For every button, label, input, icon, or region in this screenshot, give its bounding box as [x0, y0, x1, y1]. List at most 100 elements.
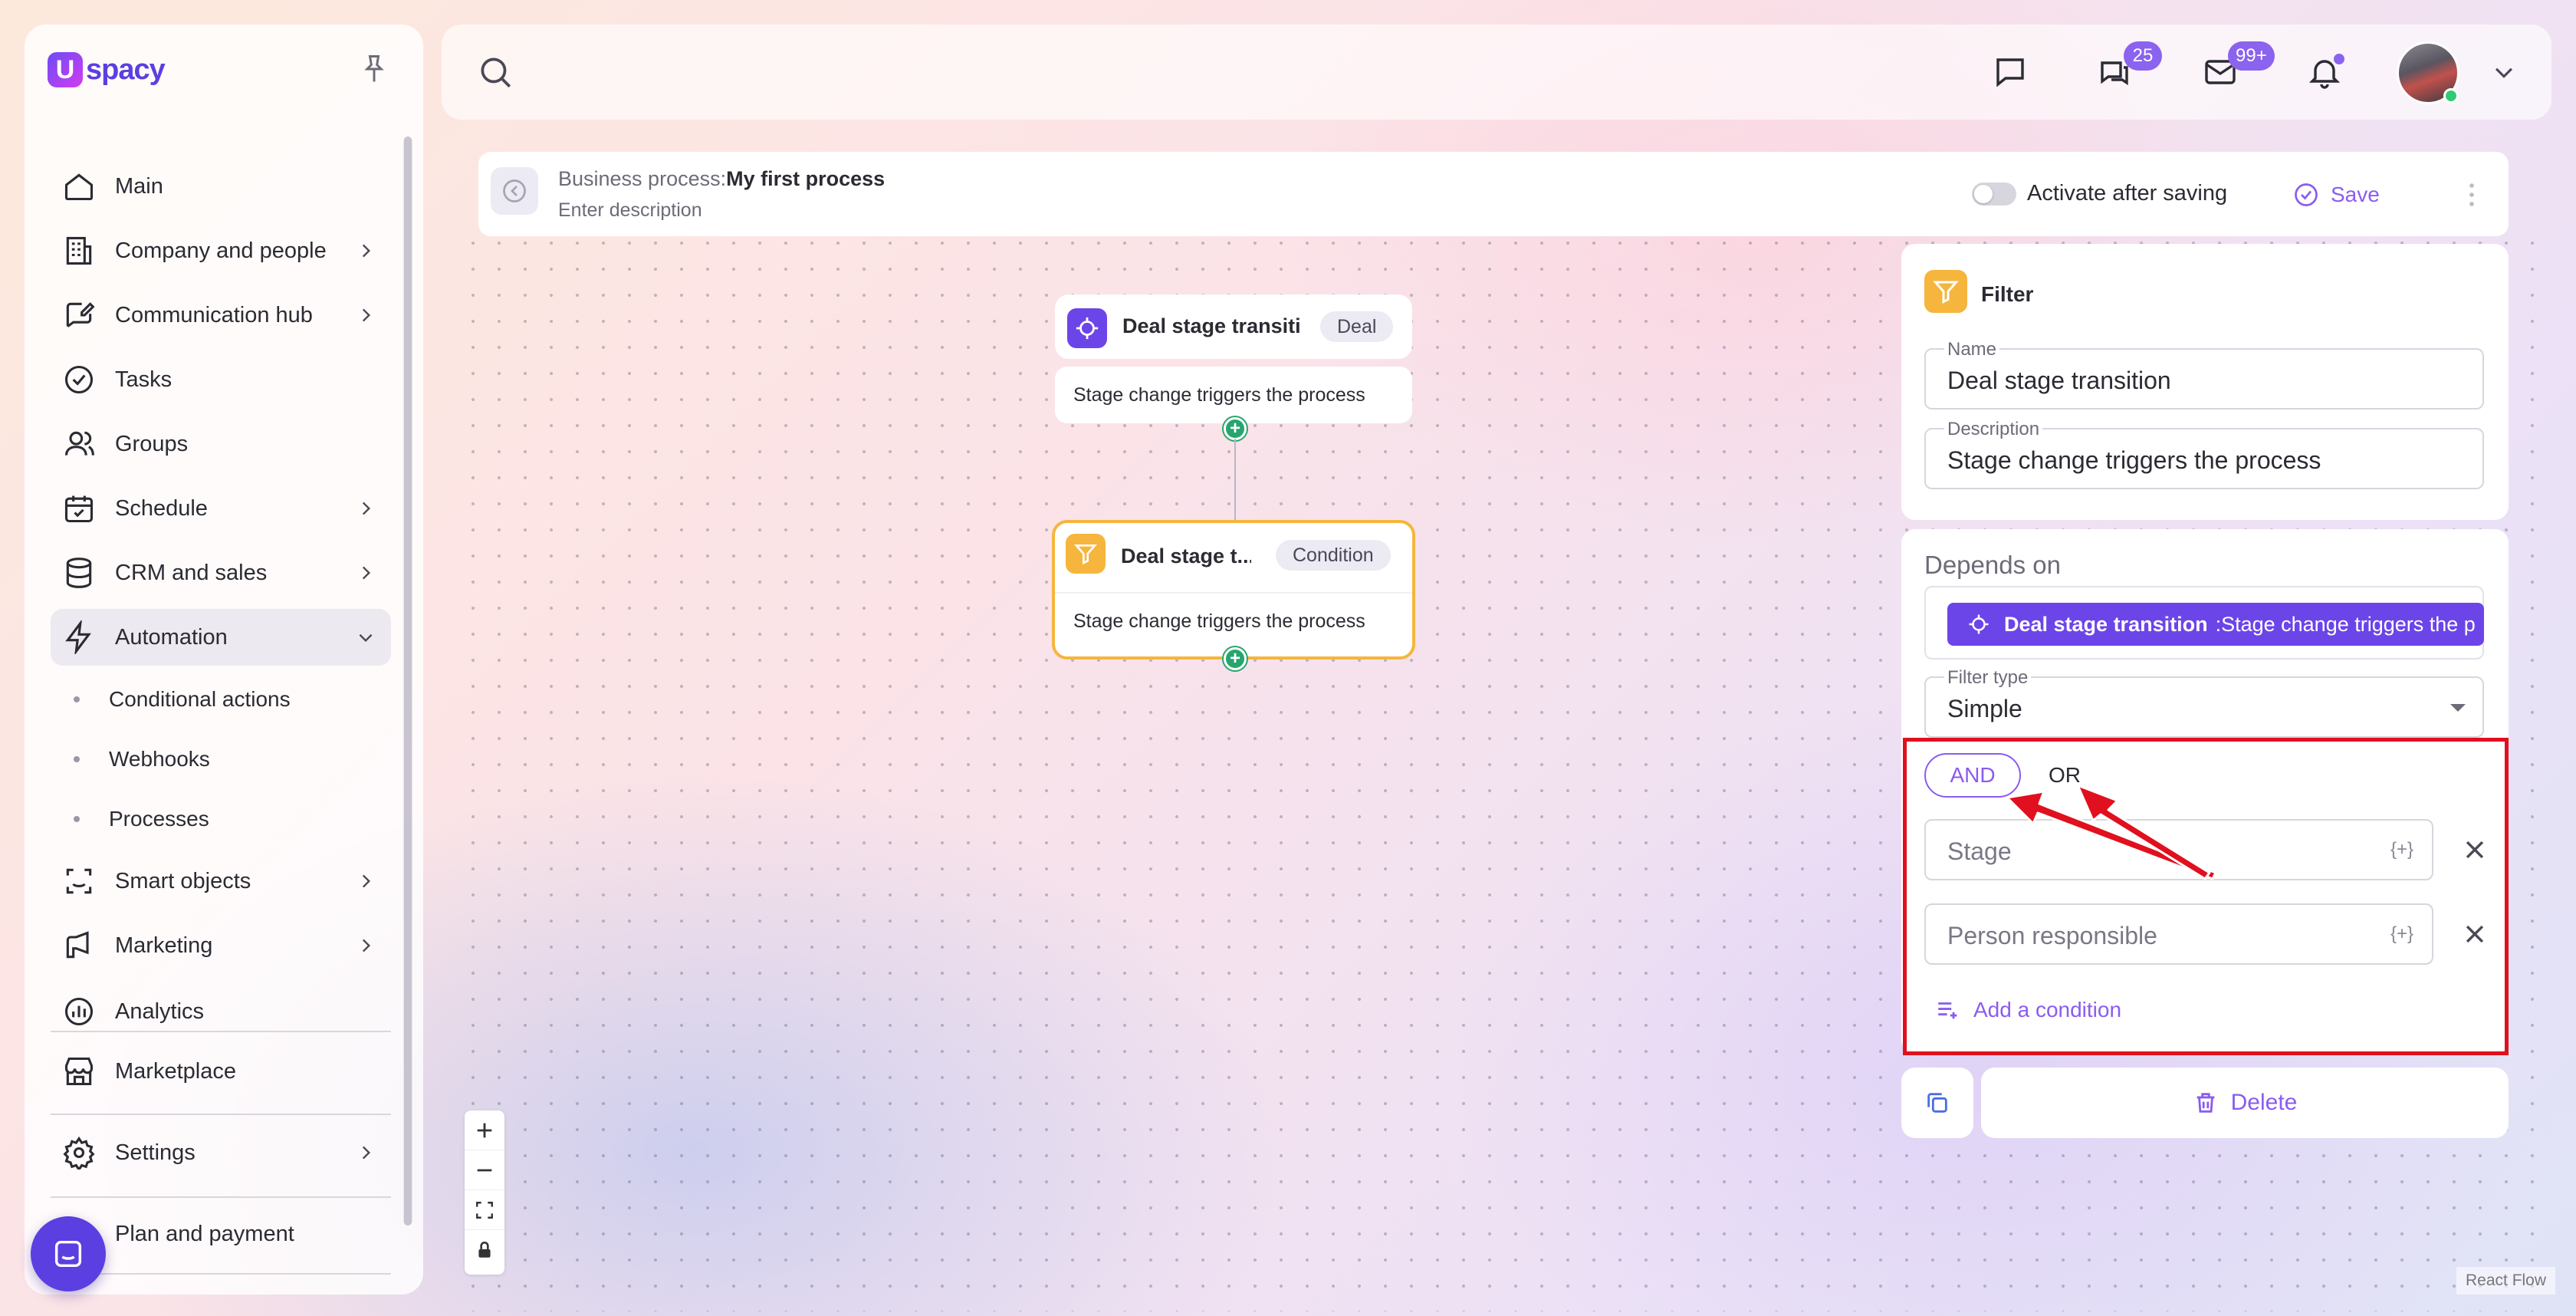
node-title: Deal stage t...: [1121, 544, 1251, 568]
filter-type-value: Simple: [1947, 695, 2022, 722]
node-title: Deal stage transitic: [1122, 314, 1300, 337]
add-node-handle[interactable]: +: [1224, 417, 1247, 440]
save-button[interactable]: Save: [2292, 178, 2380, 212]
process-name[interactable]: My first process: [726, 167, 885, 190]
name-field[interactable]: Name Deal stage transition: [1924, 339, 2484, 410]
description-value: Stage change triggers the process: [1947, 446, 2321, 474]
sidebar-item-label: Groups: [115, 431, 189, 456]
arrow-left-icon: [503, 179, 526, 202]
logo[interactable]: U spacy: [48, 52, 166, 87]
add-node-handle[interactable]: +: [1224, 647, 1247, 670]
bell-icon[interactable]: [2303, 51, 2346, 94]
lock-button[interactable]: [465, 1230, 504, 1270]
mail-count-badge: 99+: [2228, 41, 2275, 71]
process-header: Business process:My first process Enter …: [478, 152, 2509, 236]
crosshair-icon: [1067, 308, 1107, 348]
sidebar-item-smart-objects[interactable]: Smart objects: [51, 853, 391, 910]
more-menu-icon[interactable]: [2464, 179, 2479, 210]
sidebar-item-label: Tasks: [115, 367, 172, 392]
trigger-node-header[interactable]: Deal stage transitic Deal: [1055, 294, 1412, 359]
sidebar-item-main[interactable]: Main: [51, 158, 391, 215]
description-field[interactable]: Description Stage change triggers the pr…: [1924, 419, 2484, 489]
building-icon: [60, 232, 98, 270]
annotation-arrows: [2006, 784, 2217, 880]
edit-chat-icon: [60, 296, 98, 334]
zoom-controls: [465, 1110, 504, 1275]
sidebar-scrollbar[interactable]: [403, 137, 412, 1226]
zoom-in-button[interactable]: [465, 1110, 504, 1150]
sidebar-item-marketing[interactable]: Marketing: [51, 917, 391, 974]
chip-title: Deal stage transition: [2004, 612, 2208, 636]
pin-icon[interactable]: [357, 52, 391, 86]
zoom-out-button[interactable]: [465, 1150, 504, 1190]
depends-on-label: Depends on: [1924, 551, 2061, 579]
chevron-down-icon: [359, 633, 373, 643]
node-tag: Condition: [1276, 540, 1391, 571]
react-flow-attribution[interactable]: React Flow: [2456, 1267, 2556, 1295]
chevron-right-icon: [362, 566, 371, 580]
store-icon: [60, 1052, 98, 1091]
copy-icon: [1927, 1093, 1947, 1113]
sidebar-item-marketplace[interactable]: Marketplace: [51, 1043, 391, 1100]
chip-detail: :Stage change triggers the p: [2215, 612, 2476, 636]
sidebar-item-label: Smart objects: [115, 868, 251, 893]
gear-icon: [60, 1133, 98, 1172]
chevron-right-icon: [362, 244, 371, 258]
sidebar-item-settings[interactable]: Settings: [51, 1124, 391, 1181]
process-description[interactable]: Enter description: [558, 199, 702, 222]
sidebar-item-tasks[interactable]: Tasks: [51, 351, 391, 408]
sidebar-subitem-webhooks[interactable]: Webhooks: [51, 736, 210, 782]
filter-type-label: Filter type: [1944, 667, 2032, 689]
chevron-down-icon[interactable]: [2482, 51, 2525, 94]
sidebar-item-communication[interactable]: Communication hub: [51, 287, 391, 344]
sidebar-divider: [51, 1273, 391, 1275]
avatar[interactable]: [2397, 41, 2459, 104]
sidebar-item-groups[interactable]: Groups: [51, 416, 391, 472]
filter-properties-panel: Filter Name Deal stage transition Descri…: [1901, 244, 2509, 520]
depends-on-chip[interactable]: Deal stage transition :Stage change trig…: [1947, 603, 2484, 646]
name-label: Name: [1944, 339, 2000, 360]
check-circle-icon: [2295, 183, 2318, 206]
back-button[interactable]: [491, 167, 538, 215]
notification-dot: [2334, 54, 2344, 64]
home-icon: [60, 167, 98, 206]
filter-type-select[interactable]: Filter type Simple: [1924, 667, 2484, 738]
sidebar-subitem-processes[interactable]: Processes: [51, 796, 209, 842]
sidebar-item-label: CRM and sales: [115, 560, 268, 585]
bullet: [74, 816, 80, 822]
sidebar-item-schedule[interactable]: Schedule: [51, 480, 391, 537]
support-chat-button[interactable]: [31, 1216, 106, 1291]
activate-toggle[interactable]: [1972, 183, 2016, 206]
users-icon: [60, 425, 98, 463]
chat-bubble-icon: [54, 1240, 82, 1268]
condition-node[interactable]: Deal stage t... Condition Stage change t…: [1052, 520, 1415, 660]
database-icon: [60, 554, 98, 592]
duplicate-button[interactable]: [1901, 1068, 1973, 1138]
sidebar-item-label: Settings: [115, 1140, 196, 1165]
depends-on-field[interactable]: Deal stage transition :Stage change trig…: [1924, 586, 2484, 660]
sidebar-item-crm[interactable]: CRM and sales: [51, 544, 391, 601]
sidebar-item-automation[interactable]: Automation: [51, 609, 391, 666]
sidebar-item-label: Company and people: [115, 238, 327, 263]
scan-icon: [60, 862, 98, 900]
sidebar-subitem-conditional-actions[interactable]: Conditional actions: [51, 676, 291, 722]
chevron-right-icon: [362, 1146, 371, 1160]
calendar-icon: [60, 489, 98, 528]
node-body: Stage change triggers the process: [1073, 610, 1365, 632]
trigger-node-body[interactable]: Stage change triggers the process: [1055, 367, 1412, 423]
delete-button[interactable]: Delete: [1981, 1068, 2509, 1138]
sidebar-item-company[interactable]: Company and people: [51, 222, 391, 279]
crosshair-icon: [1969, 614, 1989, 634]
message-icon[interactable]: [1989, 51, 2032, 94]
search-icon[interactable]: [474, 51, 517, 94]
trash-icon: [2196, 1093, 2214, 1113]
sidebar-item-label: Marketing: [115, 933, 213, 958]
chat-count-badge: 25: [2124, 41, 2162, 71]
fit-view-button[interactable]: [465, 1190, 504, 1230]
activate-label: Activate after saving: [2027, 181, 2228, 206]
chevron-right-icon: [362, 939, 371, 952]
top-bar: 25 99+: [442, 25, 2551, 120]
sidebar-divider: [51, 1196, 391, 1198]
process-label: Business process:: [558, 167, 727, 190]
sidebar-item-label: Schedule: [115, 495, 208, 521]
